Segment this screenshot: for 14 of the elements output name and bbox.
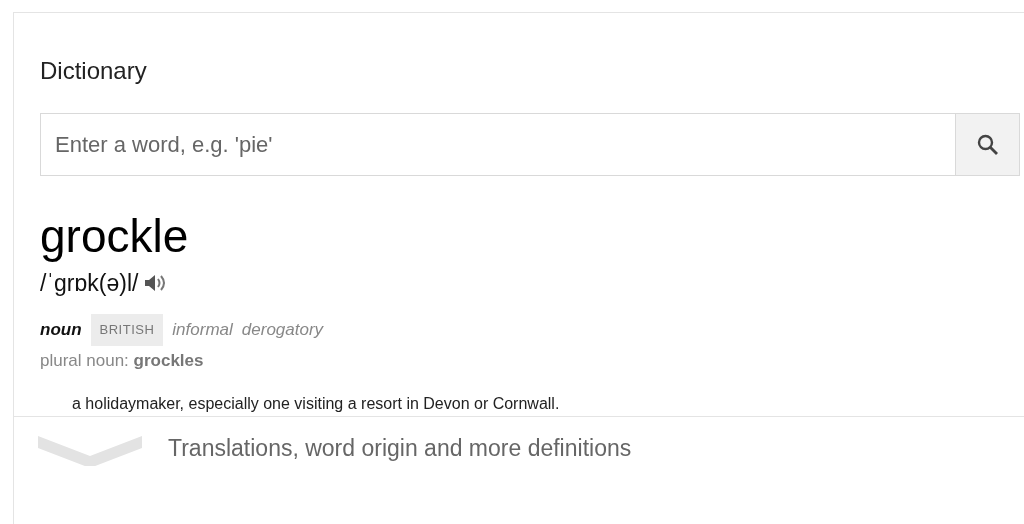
more-definitions-link[interactable]: Translations, word origin and more definitions [168,434,632,462]
usage-label: derogatory [241,320,324,340]
search-field[interactable]: Enter a word, e.g. 'pie' [40,113,955,176]
definition: a holidaymaker, especially one visiting a resort in Devon or Cornwall. [72,394,560,414]
search-icon [975,132,1000,157]
part-of-speech: noun [40,320,82,340]
section-title: Dictionary [40,57,148,85]
plural-form: plural noun: grockles [40,350,205,372]
search-button[interactable] [955,113,1020,176]
pronunciation: /ˈɡrɒk(ə)l/ [40,270,139,296]
region-label: BRITISH [90,314,164,346]
usage-label: informal [172,320,233,340]
speaker-icon[interactable] [144,273,167,293]
headword: grockle [40,210,189,262]
